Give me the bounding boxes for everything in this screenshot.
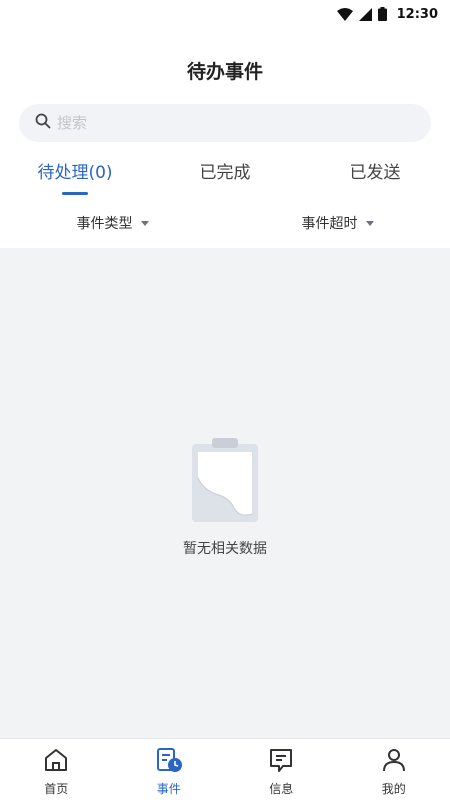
filter-event-timeout[interactable]: 事件超时 <box>225 200 450 246</box>
tab-label: 已完成 <box>199 163 251 183</box>
tab-label: 已发送 <box>349 163 401 183</box>
page-title: 待办事件 <box>186 60 263 83</box>
empty-message: 暂无相关数据 <box>183 541 267 557</box>
nav-item-home[interactable]: 首页 <box>0 739 113 800</box>
message-icon <box>268 747 294 777</box>
empty-clipboard-icon <box>190 438 260 528</box>
nav-label: 我的 <box>381 782 406 796</box>
filter-label: 事件类型 <box>76 216 133 232</box>
filter-event-type[interactable]: 事件类型 <box>0 200 225 246</box>
battery-icon <box>377 7 387 21</box>
status-time: 12:30 <box>396 6 438 22</box>
bottom-nav: 首页 事件 信息 我的 <box>0 738 450 800</box>
caret-down-icon <box>140 220 149 226</box>
nav-item-profile[interactable]: 我的 <box>338 739 450 800</box>
wifi-icon <box>336 7 353 21</box>
filter-bar: 事件类型 事件超时 <box>0 200 450 246</box>
status-bar: 12:30 <box>0 0 450 28</box>
nav-item-messages[interactable]: 信息 <box>225 739 338 800</box>
nav-item-events[interactable]: 事件 <box>113 739 226 800</box>
tab-pending[interactable]: 待处理(0) <box>0 150 150 200</box>
event-icon <box>155 747 183 777</box>
nav-label: 信息 <box>269 782 294 796</box>
nav-label: 首页 <box>44 782 69 796</box>
tab-completed[interactable]: 已完成 <box>150 150 300 200</box>
tab-active-indicator <box>62 192 88 195</box>
screen: 12:30 待办事件 待处理(0) 已完成 已发送 事件类型 <box>0 0 450 800</box>
tab-sent[interactable]: 已发送 <box>300 150 450 200</box>
search-input[interactable] <box>57 108 397 138</box>
empty-state: 暂无相关数据 <box>0 438 450 558</box>
event-list: 暂无相关数据 <box>0 248 450 738</box>
home-icon <box>43 747 69 777</box>
tab-bar: 待处理(0) 已完成 已发送 <box>0 150 450 200</box>
profile-icon <box>381 747 407 777</box>
filter-label: 事件超时 <box>301 216 358 232</box>
search-box[interactable] <box>19 104 431 142</box>
caret-down-icon <box>365 220 374 226</box>
signal-icon <box>358 7 372 21</box>
search-icon <box>35 113 51 133</box>
header: 待办事件 <box>0 50 450 90</box>
nav-label: 事件 <box>156 782 181 796</box>
